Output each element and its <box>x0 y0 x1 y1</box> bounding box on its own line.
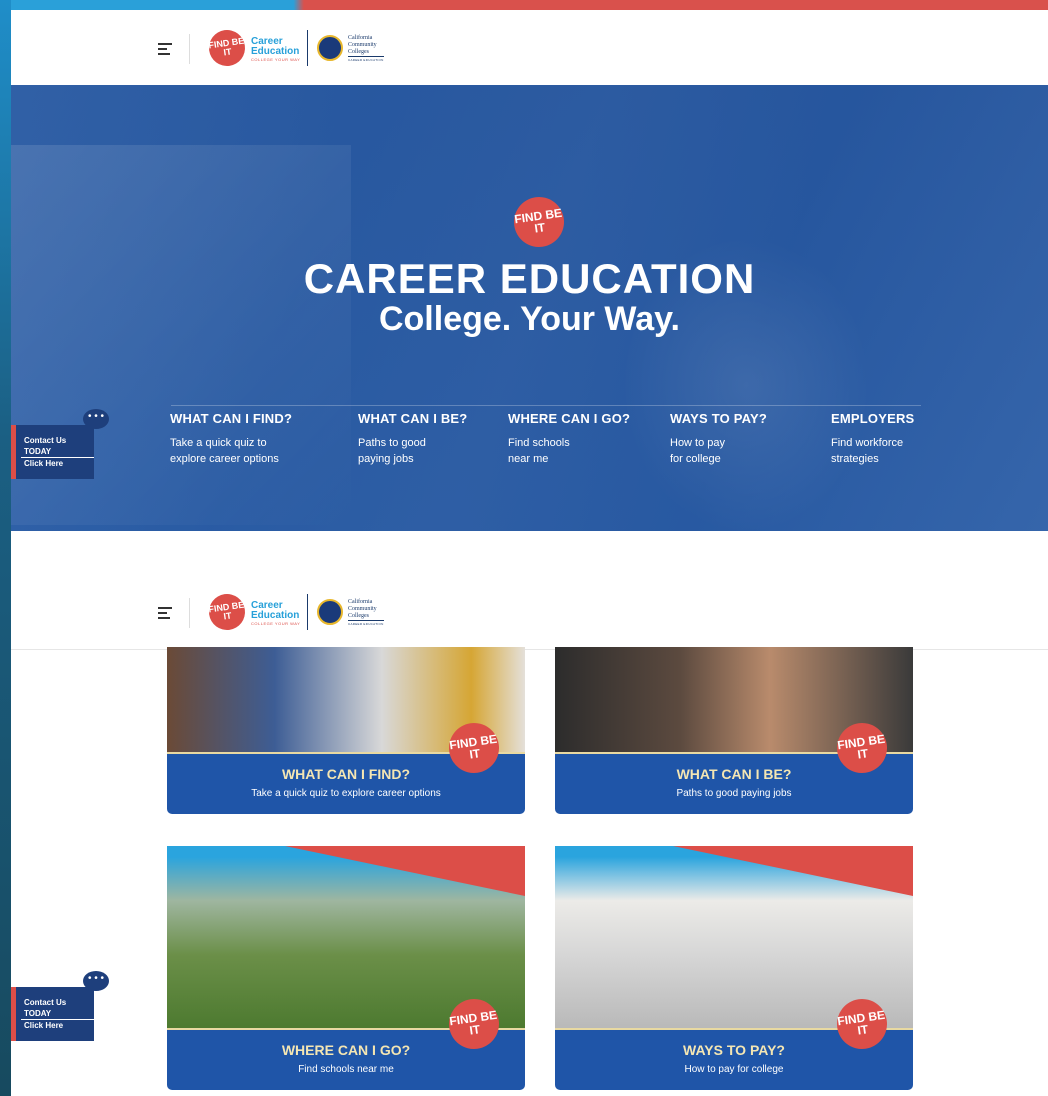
logo-divider <box>307 30 308 66</box>
card-red-accent <box>673 846 913 896</box>
card-desc: Find schools near me <box>298 1064 394 1075</box>
career-education-logo[interactable]: Career Education COLLEGE YOUR WAY <box>251 37 300 63</box>
contact-us-widget[interactable]: Contact Us TODAY Click Here <box>11 987 94 1041</box>
card-where-can-i-go[interactable]: WHERE CAN I GO? Find schools near me FIN… <box>167 846 525 1090</box>
hero-banner: FIND BE IT CAREER EDUCATION College. You… <box>11 85 1048 535</box>
contact-divider <box>21 457 94 458</box>
contact-line3: Click Here <box>24 459 64 468</box>
partner-line3: Colleges <box>348 49 369 55</box>
contact-line1: Contact Us <box>24 998 67 1007</box>
logo-divider <box>307 594 308 630</box>
contact-line2: TODAY <box>24 1009 52 1018</box>
hero-nav-pay[interactable]: WAYS TO PAY? How to pay for college <box>670 411 767 467</box>
hero-title: CAREER EDUCATION <box>303 255 756 302</box>
contact-line1: Contact Us <box>24 436 67 445</box>
career-education-logo[interactable]: Career Education COLLEGE YOUR WAY <box>251 601 300 627</box>
findbeit-logo[interactable]: FIND BE IT <box>206 27 248 69</box>
hero-nav-desc: Find schools near me <box>508 437 570 465</box>
hero-nav-desc: How to pay for college <box>670 437 726 465</box>
hero-nav-be[interactable]: WHAT CAN I BE? Paths to good paying jobs <box>358 411 467 467</box>
findbeit-logo[interactable]: FIND BE IT <box>206 591 248 633</box>
partner-sub: CAREER EDUCATION <box>348 56 384 62</box>
hero-nav-title: WHAT CAN I FIND? <box>170 411 293 426</box>
ccc-seal-icon[interactable] <box>317 35 343 61</box>
menu-icon[interactable] <box>158 43 172 55</box>
header-divider <box>189 598 190 628</box>
partner-line2: Community <box>348 606 377 612</box>
brand-tagline: COLLEGE YOUR WAY <box>251 621 301 626</box>
ccc-logo-text: California Community Colleges CAREER EDU… <box>348 35 384 64</box>
hero-nav-title: WHERE CAN I GO? <box>508 411 631 426</box>
contact-divider <box>21 1019 94 1020</box>
site-header: FIND BE IT Career Education COLLEGE YOUR… <box>11 10 1048 86</box>
site-header-sticky: FIND BE IT Career Education COLLEGE YOUR… <box>11 574 1048 650</box>
brand-tagline: COLLEGE YOUR WAY <box>251 57 301 62</box>
hero-nav-title: WHAT CAN I BE? <box>358 411 468 426</box>
contact-line2: TODAY <box>24 447 52 456</box>
hero-nav-desc: Paths to good paying jobs <box>358 437 426 465</box>
hero-nav-title: WAYS TO PAY? <box>670 411 768 426</box>
hero-nav-title: EMPLOYERS <box>831 411 915 426</box>
card-ways-to-pay[interactable]: WAYS TO PAY? How to pay for college FIND… <box>555 846 913 1090</box>
card-what-can-i-find[interactable]: WHAT CAN I FIND? Take a quick quiz to ex… <box>167 647 525 814</box>
window-left-edge <box>0 0 11 1096</box>
card-desc: How to pay for college <box>684 1064 784 1075</box>
partner-line2: Community <box>348 42 377 48</box>
window-top-edge <box>0 0 1048 10</box>
hero-divider <box>171 405 921 406</box>
page: FIND BE IT Career Education COLLEGE YOUR… <box>11 10 1048 1096</box>
partner-line3: Colleges <box>348 613 369 619</box>
partner-line1: California <box>348 35 373 41</box>
contact-us-widget[interactable]: Contact Us TODAY Click Here <box>11 425 94 479</box>
ccc-seal-icon[interactable] <box>317 599 343 625</box>
card-red-accent <box>285 846 525 896</box>
partner-line1: California <box>348 599 373 605</box>
brand-line2: Education <box>251 610 300 621</box>
card-desc: Take a quick quiz to explore career opti… <box>251 788 441 799</box>
card-desc: Paths to good paying jobs <box>676 788 792 799</box>
header-divider <box>189 34 190 64</box>
ccc-logo-text: California Community Colleges CAREER EDU… <box>348 599 384 628</box>
hero-findbeit-logo: FIND BE IT <box>510 193 568 251</box>
menu-icon[interactable] <box>158 607 172 619</box>
hero-nav-go[interactable]: WHERE CAN I GO? Find schools near me <box>508 411 630 467</box>
partner-sub: CAREER EDUCATION <box>348 620 384 626</box>
hero-subtitle: College. Your Way. <box>378 300 681 338</box>
hero-nav-employers[interactable]: EMPLOYERS Find workforce strategies <box>831 411 914 467</box>
card-what-can-i-be[interactable]: WHAT CAN I BE? Paths to good paying jobs… <box>555 647 913 814</box>
hero-nav-desc: Find workforce strategies <box>831 437 904 465</box>
hero-nav-desc: Take a quick quiz to explore career opti… <box>170 437 279 465</box>
brand-line2: Education <box>251 46 300 57</box>
contact-line3: Click Here <box>24 1021 64 1030</box>
hero-nav-find[interactable]: WHAT CAN I FIND? Take a quick quiz to ex… <box>170 411 292 467</box>
